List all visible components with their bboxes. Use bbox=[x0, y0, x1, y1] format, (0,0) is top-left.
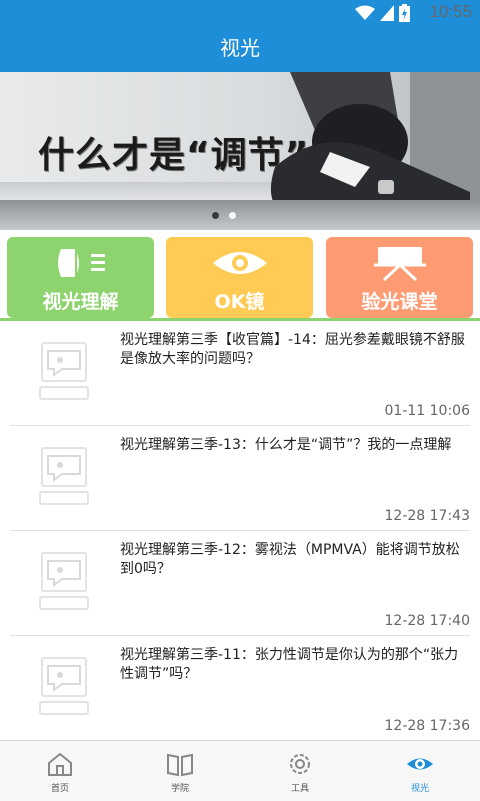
list-item[interactable]: 视光理解第三季-11：张力性调节是你认为的那个“张力性调节”吗？ 12-28 1… bbox=[10, 636, 470, 741]
banner-desk bbox=[0, 200, 480, 230]
book-icon bbox=[167, 753, 193, 777]
article-title: 视光理解第三季【收官篇】-14：屈光参差戴眼镜不舒服是像放大率的问题吗？ bbox=[120, 332, 465, 367]
eye-icon bbox=[407, 758, 433, 770]
status-bar: 10:55 bbox=[0, 0, 480, 25]
lens-icon bbox=[57, 249, 105, 277]
carousel-dot-active bbox=[212, 212, 219, 219]
page-title: 视光 bbox=[220, 36, 260, 60]
article-time: 01-11 10:06 bbox=[384, 403, 470, 419]
list-item[interactable]: 视光理解第三季【收官篇】-14：屈光参差戴眼镜不舒服是像放大率的问题吗？ 01-… bbox=[10, 321, 470, 426]
tab-home[interactable]: 首页 bbox=[0, 741, 120, 801]
home-icon bbox=[48, 752, 72, 776]
tab-label: 首页 bbox=[50, 784, 69, 794]
article-title: 视光理解第三季-12：雾视法（MPMVA）能将调节放松到0吗？ bbox=[120, 542, 460, 577]
placeholder-image-icon bbox=[39, 657, 89, 715]
carousel-dot bbox=[229, 212, 236, 219]
article-time: 12-28 17:43 bbox=[384, 508, 470, 524]
banner-carousel[interactable]: 什么才是“调节” bbox=[0, 72, 480, 230]
quick-action-label: 视光理解 bbox=[42, 291, 119, 313]
wifi-icon bbox=[355, 5, 375, 20]
signal-icon bbox=[380, 5, 394, 21]
tab-vision[interactable]: 视光 bbox=[360, 741, 480, 801]
bottom-tab-bar: 首页 学院 工具 视光 bbox=[0, 740, 480, 801]
quick-action-ok-lens[interactable]: OK镜 bbox=[166, 237, 313, 318]
article-title: 视光理解第三季-13：什么才是“调节”？我的一点理解 bbox=[120, 437, 452, 453]
placeholder-image-icon bbox=[39, 552, 89, 610]
tab-label: 学院 bbox=[170, 784, 189, 794]
battery-icon bbox=[399, 4, 410, 22]
gear-icon bbox=[290, 754, 310, 774]
list-item[interactable]: 视光理解第三季-13：什么才是“调节”？我的一点理解 12-28 17:43 bbox=[10, 426, 470, 531]
quick-actions: 视光理解 OK镜 验光课堂 bbox=[0, 230, 480, 320]
carousel-indicator bbox=[212, 212, 236, 219]
article-title: 视光理解第三季-11：张力性调节是你认为的那个“张力性调节”吗？ bbox=[120, 647, 459, 682]
quick-action-label: OK镜 bbox=[214, 291, 265, 313]
tab-label: 工具 bbox=[290, 784, 309, 794]
status-icons bbox=[355, 3, 410, 23]
tab-academy[interactable]: 学院 bbox=[120, 741, 240, 801]
quick-action-label: 验光课堂 bbox=[361, 291, 438, 313]
board-icon bbox=[373, 247, 426, 281]
clock: 10:55 bbox=[429, 2, 472, 21]
quick-action-refraction-class[interactable]: 验光课堂 bbox=[326, 237, 473, 318]
app-header: 视光 bbox=[0, 25, 480, 72]
article-time: 12-28 17:36 bbox=[384, 718, 470, 734]
eye-icon bbox=[212, 252, 267, 274]
placeholder-image-icon bbox=[39, 447, 89, 505]
quick-action-vision-understanding[interactable]: 视光理解 bbox=[7, 237, 154, 318]
placeholder-image-icon bbox=[39, 342, 89, 400]
tab-label: 视光 bbox=[410, 784, 429, 794]
tab-tools[interactable]: 工具 bbox=[240, 741, 360, 801]
list-item[interactable]: 视光理解第三季-12：雾视法（MPMVA）能将调节放松到0吗？ 12-28 17… bbox=[10, 531, 470, 636]
article-time: 12-28 17:40 bbox=[384, 613, 470, 629]
